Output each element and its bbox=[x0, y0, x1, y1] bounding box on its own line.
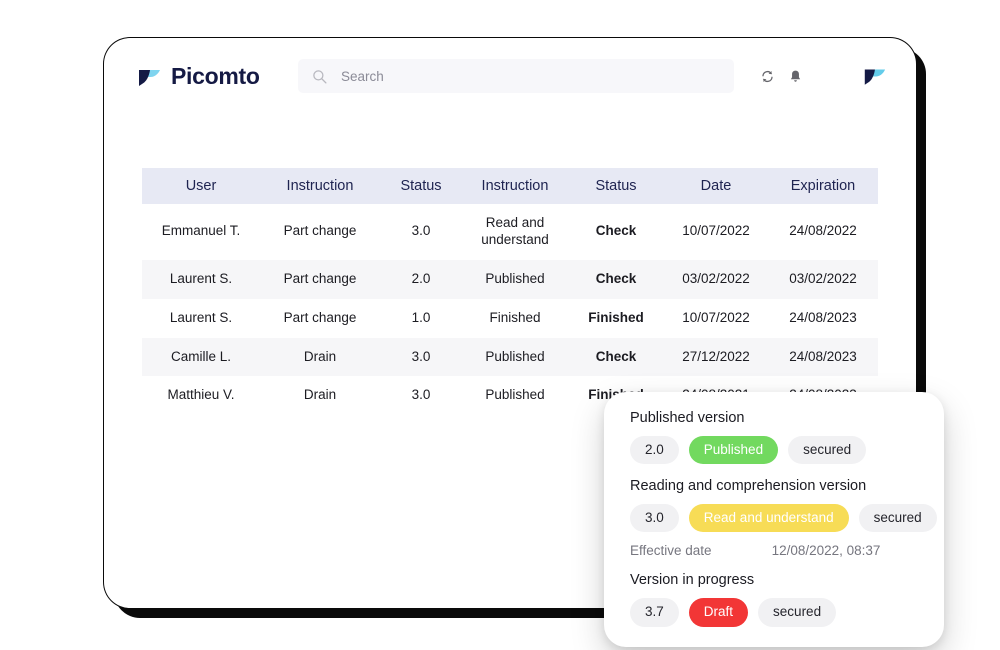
in-progress-version-secured-badge[interactable]: secured bbox=[758, 598, 837, 627]
reading-version-secured-badge[interactable]: secured bbox=[858, 504, 937, 533]
cell-date: 03/02/2022 bbox=[664, 259, 768, 299]
column-header-user[interactable]: User bbox=[142, 168, 260, 204]
cell-instruction: Part change bbox=[283, 309, 357, 325]
cell-date: 10/07/2022 bbox=[682, 223, 750, 239]
published-version-title: Published version bbox=[630, 410, 745, 426]
cell-user: Laurent S. bbox=[142, 259, 260, 299]
reading-version-number[interactable]: 3.0 bbox=[630, 504, 679, 533]
table-row[interactable]: Laurent S. Part change 1.0 Finished Fini… bbox=[142, 299, 878, 338]
column-header-status-version[interactable]: Status bbox=[380, 168, 462, 204]
brand-name: Picomto bbox=[171, 62, 260, 89]
version-popup-card: Published version 2.0 Published secured … bbox=[604, 392, 944, 647]
in-progress-version-state-badge[interactable]: Draft bbox=[688, 598, 749, 627]
reading-version-state-badge[interactable]: Read and understand bbox=[688, 504, 849, 533]
cell-instruction-state: Finished bbox=[489, 309, 541, 325]
table-row[interactable]: Emmanuel T. Part change 3.0 Read and und… bbox=[142, 204, 878, 260]
search-input[interactable] bbox=[341, 59, 720, 93]
effective-date-label: Effective date bbox=[630, 543, 712, 559]
reading-version-pills: 3.0 Read and understand secured bbox=[630, 504, 937, 533]
cell-expiration: 24/08/2023 bbox=[789, 309, 857, 325]
column-header-instruction[interactable]: Instruction bbox=[260, 168, 380, 204]
top-bar: Picomto bbox=[104, 38, 916, 114]
cell-version: 3.0 bbox=[380, 337, 462, 377]
table-row[interactable]: Camille L. Drain 3.0 Published Check 27/… bbox=[142, 337, 878, 377]
published-version-section: Published version 2.0 Published secured bbox=[630, 410, 922, 465]
bell-notification-icon[interactable] bbox=[788, 69, 803, 84]
cell-instruction: Part change bbox=[283, 223, 357, 239]
effective-date-value: 12/08/2022, 08:37 bbox=[771, 543, 881, 559]
cell-instruction-state: Published bbox=[485, 387, 545, 403]
published-version-number[interactable]: 2.0 bbox=[630, 436, 679, 465]
effective-date-row: Effective date 12/08/2022, 08:37 bbox=[630, 543, 922, 558]
table-header: User Instruction Status Instruction Stat… bbox=[142, 168, 878, 204]
records-table: User Instruction Status Instruction Stat… bbox=[142, 168, 878, 415]
published-version-secured-badge[interactable]: secured bbox=[788, 436, 867, 465]
topbar-actions bbox=[760, 64, 886, 88]
table-header-row: User Instruction Status Instruction Stat… bbox=[142, 168, 878, 204]
cell-version: 3.0 bbox=[411, 387, 431, 403]
cell-instruction: Drain bbox=[303, 387, 337, 403]
cell-instruction-state: Published bbox=[462, 337, 568, 377]
in-progress-version-title: Version in progress bbox=[630, 572, 755, 589]
cell-version: 2.0 bbox=[380, 259, 462, 299]
cell-user: Laurent S. bbox=[169, 309, 233, 325]
picomto-logo-mark-icon[interactable] bbox=[862, 64, 886, 88]
search-bar[interactable] bbox=[298, 59, 734, 93]
in-progress-version-section: Version in progress 3.7 Draft secured bbox=[630, 572, 922, 627]
table-row[interactable]: Laurent S. Part change 2.0 Published Che… bbox=[142, 259, 878, 299]
reading-version-title: Reading and comprehension version bbox=[630, 478, 867, 495]
column-header-expiration[interactable]: Expiration bbox=[768, 168, 878, 204]
cell-instruction-state: Read and understand bbox=[481, 215, 549, 247]
cell-user: Matthieu V. bbox=[167, 387, 235, 403]
cell-date: 27/12/2022 bbox=[664, 337, 768, 377]
cell-instruction: Drain bbox=[260, 337, 380, 377]
reading-version-section: Reading and comprehension version 3.0 Re… bbox=[630, 478, 937, 558]
cell-expiration: 24/08/2022 bbox=[789, 223, 857, 239]
cell-expiration: 03/02/2022 bbox=[768, 259, 878, 299]
in-progress-version-number[interactable]: 3.7 bbox=[630, 598, 679, 627]
in-progress-version-pills: 3.7 Draft secured bbox=[630, 598, 922, 627]
cell-version: 3.0 bbox=[411, 223, 431, 239]
picomto-logo-icon bbox=[139, 70, 160, 86]
cell-user: Emmanuel T. bbox=[161, 223, 241, 239]
column-header-instruction-state[interactable]: Instruction bbox=[462, 168, 568, 204]
cell-status: Finished bbox=[588, 309, 644, 325]
published-version-pills: 2.0 Published secured bbox=[630, 436, 922, 465]
cell-status: Check bbox=[568, 337, 664, 377]
search-icon bbox=[313, 69, 327, 84]
cell-date: 10/07/2022 bbox=[682, 309, 750, 325]
cell-instruction: Part change bbox=[260, 259, 380, 299]
cell-status: Check bbox=[595, 223, 637, 239]
cell-version: 1.0 bbox=[411, 309, 431, 325]
column-header-date[interactable]: Date bbox=[664, 168, 768, 204]
brand-logo[interactable]: Picomto bbox=[136, 63, 266, 89]
cell-user: Camille L. bbox=[142, 337, 260, 377]
sync-refresh-icon[interactable] bbox=[760, 69, 775, 84]
column-header-status[interactable]: Status bbox=[568, 168, 664, 204]
cell-expiration: 24/08/2023 bbox=[768, 337, 878, 377]
cell-instruction-state: Published bbox=[462, 259, 568, 299]
table-body: Emmanuel T. Part change 3.0 Read and und… bbox=[142, 204, 878, 415]
published-version-state-badge[interactable]: Published bbox=[688, 436, 779, 465]
cell-status: Check bbox=[568, 259, 664, 299]
